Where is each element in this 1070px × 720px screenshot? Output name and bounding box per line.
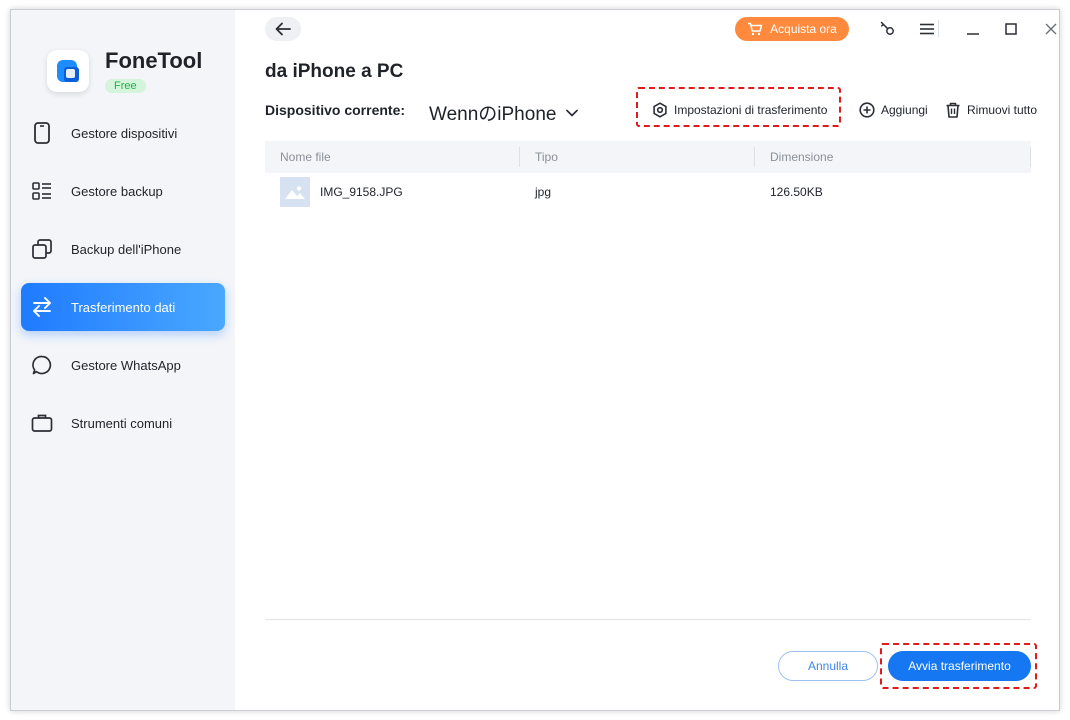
key-icon[interactable] — [878, 20, 896, 38]
column-header-size: Dimensione — [770, 150, 834, 164]
transfer-settings-label: Impostazioni di trasferimento — [674, 103, 828, 117]
sidebar-item-whatsapp-manager[interactable]: Gestore WhatsApp — [21, 341, 225, 389]
file-name: IMG_9158.JPG — [320, 185, 403, 199]
menu-icon[interactable] — [918, 20, 936, 38]
column-divider — [519, 147, 520, 167]
table-header: Nome file Tipo Dimensione — [265, 141, 1031, 173]
sidebar-item-device-manager[interactable]: Gestore dispositivi — [21, 109, 225, 157]
file-size: 126.50KB — [770, 185, 823, 199]
buy-now-label: Acquista ora — [770, 22, 837, 36]
app-window: FoneTool Free Gestore dispositivi Gestor… — [10, 9, 1060, 711]
device-select[interactable]: WennのiPhone — [429, 99, 579, 126]
sidebar-item-label: Trasferimento dati — [71, 299, 176, 315]
phone-icon — [31, 122, 53, 144]
add-button[interactable]: Aggiungi — [859, 100, 928, 120]
sidebar-item-label: Backup dell'iPhone — [71, 241, 182, 257]
sidebar-item-backup-manager[interactable]: Gestore backup — [21, 167, 225, 215]
image-thumbnail-icon — [280, 177, 310, 207]
toolbox-icon — [31, 412, 53, 434]
settings-icon — [653, 102, 667, 118]
minimize-icon[interactable] — [964, 20, 982, 38]
back-button[interactable] — [265, 17, 301, 41]
sidebar-item-label: Gestore dispositivi — [71, 125, 178, 141]
sidebar-item-label: Gestore WhatsApp — [71, 357, 181, 373]
column-header-type: Tipo — [535, 150, 558, 164]
list-icon — [31, 180, 53, 202]
copy-icon — [31, 238, 53, 260]
file-type: jpg — [535, 185, 552, 199]
sidebar-item-label: Gestore backup — [71, 183, 163, 199]
column-header-name: Nome file — [280, 150, 331, 164]
sidebar-item-iphone-backup[interactable]: Backup dell'iPhone — [21, 225, 225, 273]
app-name: FoneTool — [105, 48, 203, 73]
add-label: Aggiungi — [881, 103, 928, 117]
table-row[interactable]: IMG_9158.JPG jpg 126.50KB — [265, 173, 1031, 211]
plus-circle-icon — [859, 102, 875, 118]
close-icon[interactable] — [1042, 20, 1059, 38]
buy-now-button[interactable]: Acquista ora — [735, 17, 849, 41]
chat-icon — [31, 354, 53, 376]
remove-all-button[interactable]: Rimuovi tutto — [945, 100, 1037, 120]
device-name: WennのiPhone — [429, 104, 557, 125]
arrow-left-icon — [275, 22, 291, 36]
column-divider — [754, 147, 755, 167]
main-panel: Acquista ora da iPhone a PC Dispositivo … — [235, 10, 1059, 710]
transfer-settings-button[interactable]: Impostazioni di trasferimento — [652, 100, 827, 120]
divider — [938, 20, 939, 37]
sidebar: FoneTool Free Gestore dispositivi Gestor… — [11, 10, 235, 710]
edition-badge: Free — [105, 79, 146, 93]
start-transfer-button[interactable]: Avvia trasferimento — [888, 651, 1031, 681]
sidebar-item-label: Strumenti comuni — [71, 415, 173, 431]
device-label: Dispositivo corrente: — [265, 102, 406, 118]
maximize-icon[interactable] — [1002, 20, 1020, 38]
sidebar-item-data-transfer[interactable]: Trasferimento dati — [21, 283, 225, 331]
chevron-down-icon — [566, 109, 579, 116]
app-logo — [47, 50, 89, 92]
trash-icon — [946, 102, 960, 118]
remove-all-label: Rimuovi tutto — [967, 103, 1038, 117]
footer-divider — [265, 619, 1031, 620]
transfer-icon — [31, 296, 53, 318]
page-title: da iPhone a PC — [265, 61, 404, 82]
cart-icon — [748, 22, 763, 36]
cancel-button[interactable]: Annulla — [778, 651, 878, 681]
sidebar-nav: Gestore dispositivi Gestore backup Backu… — [21, 109, 225, 457]
column-divider — [1030, 147, 1031, 167]
sidebar-item-common-tools[interactable]: Strumenti comuni — [21, 399, 225, 447]
